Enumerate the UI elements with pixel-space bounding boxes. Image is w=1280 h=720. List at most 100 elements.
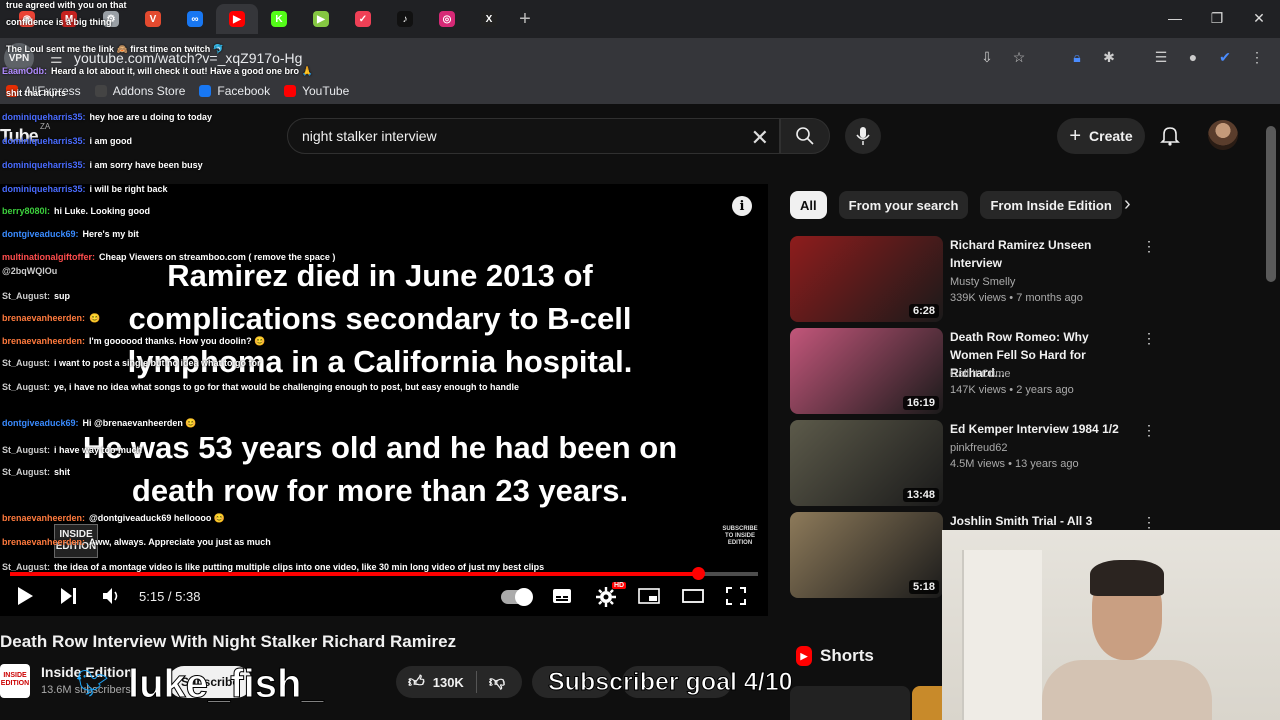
chat-text: i am sorry have been busy [89,160,203,170]
search-button[interactable] [780,118,830,154]
thumbs-down-icon[interactable]: 👎︎ [489,673,505,692]
chat-text: true agreed with you on that [6,0,127,10]
browser-tab[interactable]: V [132,4,174,34]
browser-tab[interactable]: ▶ [216,4,258,34]
video-player[interactable]: i Ramirez died in June 2013 of complicat… [0,184,768,616]
bookmark-facebook[interactable]: Facebook [199,84,270,98]
browser-tab[interactable]: X [468,4,510,34]
browser-tab[interactable]: ✓ [342,4,384,34]
streamer-hair [1090,560,1164,596]
video-duration: 5:18 [908,580,939,594]
search-box[interactable]: night stalker interview ✕ [287,118,780,154]
new-tab-button[interactable]: + [510,8,540,31]
more-options-icon[interactable]: ⋮ [1142,238,1156,255]
recommended-title[interactable]: Joshlin Smith Trial - All 3 [950,512,1130,530]
filter-chip[interactable]: From your search [838,191,969,219]
chat-text: The Loul sent me the link 🙈 first time o… [6,44,224,54]
browser-tab[interactable]: ▶ [300,4,342,34]
theater-mode-icon[interactable] [682,589,704,603]
reading-list-icon[interactable]: ☰ [1150,46,1172,68]
more-options-icon[interactable]: ⋮ [1142,514,1156,531]
extension-lock-icon[interactable]: 🔒︎ [1066,46,1088,68]
minimize-icon[interactable]: — [1154,0,1196,36]
chat-message: confidence is a big thing [2,17,112,27]
channel-avatar[interactable]: INSIDE EDITION [0,664,30,698]
recommended-channel[interactable]: Call It Crime [950,368,1011,380]
chat-message: @2bqWQlOu [2,266,61,276]
chat-username: brenaevanheerden: [2,513,86,523]
info-icon[interactable]: i [732,196,752,216]
twitter-bird-icon: 🐦︎ [76,668,110,698]
subscribe-watermark[interactable]: SUBSCRIBE TO INSIDE EDITION [720,526,760,547]
bookmark-youtube[interactable]: YouTube [284,84,349,98]
recommended-channel[interactable]: Musty Smelly [950,276,1015,288]
subtitles-icon[interactable] [552,588,572,604]
bookmark-star-icon[interactable]: ☆ [1008,46,1030,68]
browser-tab[interactable]: ∞ [174,4,216,34]
play-icon[interactable] [16,586,34,606]
search-input[interactable]: night stalker interview [302,128,437,144]
recommended-channel[interactable]: pinkfreud62 [950,442,1008,454]
notifications-bell-icon[interactable] [1158,123,1182,147]
video-thumbnail[interactable]: 5:18 [790,512,943,598]
bookmark-addons-store[interactable]: Addons Store [94,84,185,98]
thumbs-up-icon[interactable]: 👍︎ [408,673,425,692]
video-duration: 16:19 [902,396,939,410]
chat-message: brenaevanheerden: I'm goooood thanks. How… [2,336,265,347]
create-label: Create [1089,128,1133,144]
more-options-icon[interactable]: ⋮ [1142,330,1156,347]
video-duration: 6:28 [908,304,939,318]
video-thumbnail[interactable]: 6:28 [790,236,943,322]
maximize-icon[interactable]: ❐ [1196,0,1238,36]
browser-menu-icon[interactable]: ⋮ [1246,46,1268,68]
recommended-video[interactable]: 6:28 Richard Ramirez Unseen Interview Must… [790,236,1156,322]
fullscreen-icon[interactable] [726,587,746,605]
progress-bar[interactable] [10,567,758,580]
browser-tab[interactable]: ◎ [426,4,468,34]
chat-text: Here's my bit [82,229,139,239]
chevron-right-icon[interactable]: › [1124,193,1131,216]
account-avatar[interactable] [1208,120,1238,150]
recommended-meta: 147K views • 2 years ago [950,384,1074,396]
chat-username: St_August: [2,358,50,368]
browser-tab[interactable]: K [258,4,300,34]
filter-chip[interactable]: From Inside Edition [980,191,1122,219]
webcam-overlay [942,530,1280,720]
install-app-icon[interactable]: ⇩ [976,46,998,68]
recommended-title[interactable]: Richard Ramirez Unseen Interview [950,236,1130,272]
close-window-icon[interactable]: ✕ [1238,0,1280,36]
page-scrollbar[interactable] [1266,126,1276,282]
voice-search-button[interactable] [845,118,881,154]
browser-tab[interactable]: ♪ [384,4,426,34]
short-thumbnail[interactable] [912,686,942,720]
chat-username: multinationalgiftoffer: [2,252,95,262]
bookmarks-bar: AliExpress Addons Store Facebook YouTube [0,78,1280,104]
miniplayer-icon[interactable] [638,588,660,604]
extensions-icon[interactable]: ✱ [1098,46,1120,68]
chat-text: shit [54,467,71,477]
scrubber-handle[interactable] [692,567,706,580]
streamer-handle: luke_fish_ [128,662,325,707]
video-caption-2: He was 53 years old and he had been on d… [82,430,678,508]
chat-username: dominiqueharris35: [2,136,86,146]
video-thumbnail[interactable]: 13:48 [790,420,943,506]
next-video-icon[interactable] [60,587,78,605]
settings-gear-icon[interactable] [596,587,616,607]
filter-chip[interactable]: All [790,191,827,219]
chat-message: St_August: shit [2,467,70,477]
volume-icon[interactable] [102,587,122,605]
chat-text: i am good [89,136,133,146]
like-count[interactable]: 130K [433,675,464,690]
autoplay-toggle[interactable] [501,588,533,606]
create-button[interactable]: + Create [1057,118,1145,154]
more-options-icon[interactable]: ⋮ [1142,422,1156,439]
video-thumbnail[interactable]: 16:19 [790,328,943,414]
recommended-video[interactable]: 13:48 Ed Kemper Interview 1984 1/2 pinkfre… [790,420,1156,506]
chat-username: dominiqueharris35: [2,160,86,170]
short-thumbnail[interactable] [790,686,910,720]
verified-extension-icon[interactable]: ✔ [1214,46,1236,68]
recommended-video[interactable]: 16:19 Death Row Romeo: Why Women Fell So … [790,328,1156,414]
recommended-title[interactable]: Ed Kemper Interview 1984 1/2 [950,420,1130,438]
profile-icon[interactable]: ● [1182,46,1204,68]
clear-search-icon[interactable]: ✕ [751,125,769,151]
